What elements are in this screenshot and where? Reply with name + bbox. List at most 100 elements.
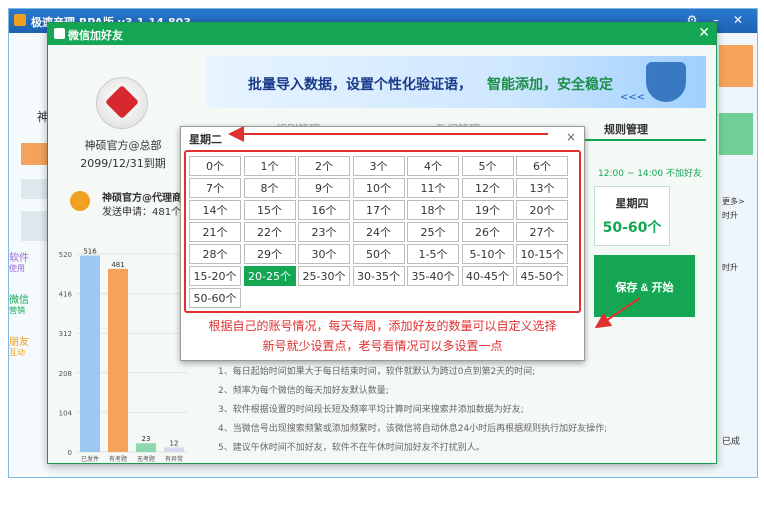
quantity-option[interactable]: 23个 (298, 222, 350, 242)
quantity-option[interactable]: 18个 (407, 200, 459, 220)
wechat-icon (54, 28, 65, 39)
category-label: 已发件 (81, 455, 99, 463)
quantity-option[interactable]: 10个 (352, 178, 405, 198)
left-rail-item: 营销 (9, 306, 25, 315)
background-right-rail: 更多> 时升 时升 已成 (716, 33, 757, 477)
right-rail-item: 已成 (722, 437, 741, 447)
note-line: 5、建议午休时间不加好友，软件不在午休时间加好友不打扰别人。 (218, 443, 485, 453)
rules-notes: 1、每日起始时间如果大于每日结束时间，软件就默认为跨过0点到第2天的时间; 2、… (218, 363, 638, 458)
quantity-option[interactable]: 22个 (243, 222, 296, 242)
save-and-start-button[interactable]: 保存 & 开始 (594, 255, 695, 317)
quantity-option[interactable]: 7个 (189, 178, 241, 198)
category-label: 有考题 (109, 455, 127, 463)
quantity-option[interactable]: 3个 (352, 156, 405, 176)
quantity-option[interactable]: 25-30个 (298, 266, 350, 286)
quantity-option[interactable]: 1-5个 (407, 244, 459, 264)
quantity-option[interactable]: 25个 (407, 222, 459, 242)
quantity-option[interactable]: 11个 (407, 178, 459, 198)
quantity-option[interactable]: 24个 (352, 222, 405, 242)
left-rail-block (21, 179, 49, 199)
right-rail-item[interactable]: 更多> (722, 196, 745, 207)
stats-bar-chart: 0 104 208 312 416 520 516 已发件 481 有考题 23 无考题 12 有异常 (59, 248, 188, 463)
bar-value-label: 23 (142, 435, 151, 443)
quantity-option[interactable]: 10-15个 (516, 244, 568, 264)
quantity-option[interactable]: 2个 (298, 156, 350, 176)
quantity-option[interactable]: 26个 (461, 222, 514, 242)
no-add-time-range: 12:00 ~ 14:00 不加好友 (598, 169, 702, 179)
quantity-option[interactable]: 40-45个 (461, 266, 514, 286)
avatar (96, 77, 148, 129)
tab-rules-b[interactable]: 规则管理 (604, 121, 648, 137)
quantity-option[interactable]: 8个 (243, 178, 296, 198)
quantity-option[interactable]: 17个 (352, 200, 405, 220)
agent-name: 神硕官方@代理商 (102, 193, 182, 204)
quantity-option[interactable]: 5-10个 (461, 244, 514, 264)
day-card-value: 50-60个 (602, 220, 662, 236)
left-rail-item: 互动 (9, 348, 25, 357)
left-rail-item: 微信 (9, 295, 29, 306)
quantity-option[interactable]: 27个 (516, 222, 568, 242)
quantity-option[interactable]: 15-20个 (189, 266, 241, 286)
banner-text-main: 批量导入数据，设置个性化验证语， (248, 77, 472, 93)
right-rail-block (719, 45, 753, 87)
left-rail-item: 朋友 (9, 337, 29, 348)
quantity-option[interactable]: 30个 (298, 244, 350, 264)
banner-arrows: <<< (620, 92, 646, 103)
banner-text-accent: 智能添加，安全稳定 (487, 77, 613, 93)
note-line: 3、软件根据设置的时间段长短及频率平均计算时间来搜索并添加数据为好友; (218, 405, 524, 415)
agent-sent-count: 发送申请：481个 (102, 207, 182, 218)
bar (164, 447, 184, 452)
popup-close-icon[interactable]: × (566, 130, 576, 144)
quantity-option[interactable]: 30-35个 (352, 266, 405, 286)
y-tick-label: 520 (59, 251, 72, 259)
y-tick-label: 208 (59, 370, 72, 378)
shield-icon (646, 62, 686, 102)
right-rail-item: 时升 (722, 211, 738, 220)
y-tick-label: 416 (59, 291, 73, 299)
note-line: 2、频率为每个微信的每天加好友默认数量; (218, 386, 389, 396)
popup-title: 星期二 (189, 133, 222, 146)
day-card-title: 星期四 (615, 197, 649, 210)
quantity-option[interactable]: 1个 (243, 156, 296, 176)
quantity-option[interactable]: 14个 (189, 200, 241, 220)
dialog-title: 微信加好友 (68, 29, 123, 42)
bar-value-label: 516 (83, 248, 97, 256)
quantity-option[interactable]: 5个 (461, 156, 514, 176)
quantity-option[interactable]: 35-40个 (407, 266, 459, 286)
bar (108, 268, 128, 452)
quantity-option[interactable]: 6个 (516, 156, 568, 176)
quantity-option[interactable]: 21个 (189, 222, 241, 242)
day-quantity-popup: 星期二 × 0个 1个 2个 3个 4个 5个 6个 7个 8个 9个 10个 11个 12个 13个 14… (180, 126, 585, 361)
quantity-option[interactable]: 9个 (298, 178, 350, 198)
quantity-option[interactable]: 28个 (189, 244, 241, 264)
quantity-option[interactable]: 15个 (243, 200, 296, 220)
category-label: 无考题 (137, 455, 155, 463)
dialog-close-icon[interactable]: ✕ (698, 25, 710, 41)
day-card-thursday[interactable]: 星期四 50-60个 (594, 186, 670, 246)
y-tick-label: 104 (59, 409, 73, 417)
quantity-option[interactable]: 4个 (407, 156, 459, 176)
save-button-label: 保存 & 开始 (615, 282, 674, 294)
quantity-option[interactable]: 50个 (352, 244, 405, 264)
agent-avatar-icon (70, 191, 90, 211)
quantity-option[interactable]: 13个 (516, 178, 568, 198)
close-icon[interactable]: ✕ (731, 13, 745, 27)
background-left-rail: 神 软件 使用 微信 营销 朋友 互动 (9, 33, 49, 477)
quantity-option[interactable]: 16个 (298, 200, 350, 220)
bar-value-label: 12 (170, 439, 179, 447)
quantity-option[interactable]: 12个 (461, 178, 514, 198)
quantity-option[interactable]: 0个 (189, 156, 241, 176)
quantity-option[interactable]: 20-25个 (243, 266, 296, 286)
left-rail-item: 使用 (9, 264, 25, 273)
dialog-titlebar: 微信加好友 ✕ (48, 23, 716, 45)
quantity-option[interactable]: 19个 (461, 200, 514, 220)
bar (80, 255, 100, 452)
quantity-option[interactable]: 50-60个 (189, 288, 241, 308)
y-tick-label: 312 (59, 330, 72, 338)
promo-banner: 批量导入数据，设置个性化验证语， 智能添加，安全稳定 <<< (206, 56, 706, 108)
brand-logo-icon (105, 85, 139, 119)
left-rail-block (21, 143, 49, 165)
quantity-option[interactable]: 20个 (516, 200, 568, 220)
quantity-option[interactable]: 45-50个 (516, 266, 568, 286)
quantity-option[interactable]: 29个 (243, 244, 296, 264)
